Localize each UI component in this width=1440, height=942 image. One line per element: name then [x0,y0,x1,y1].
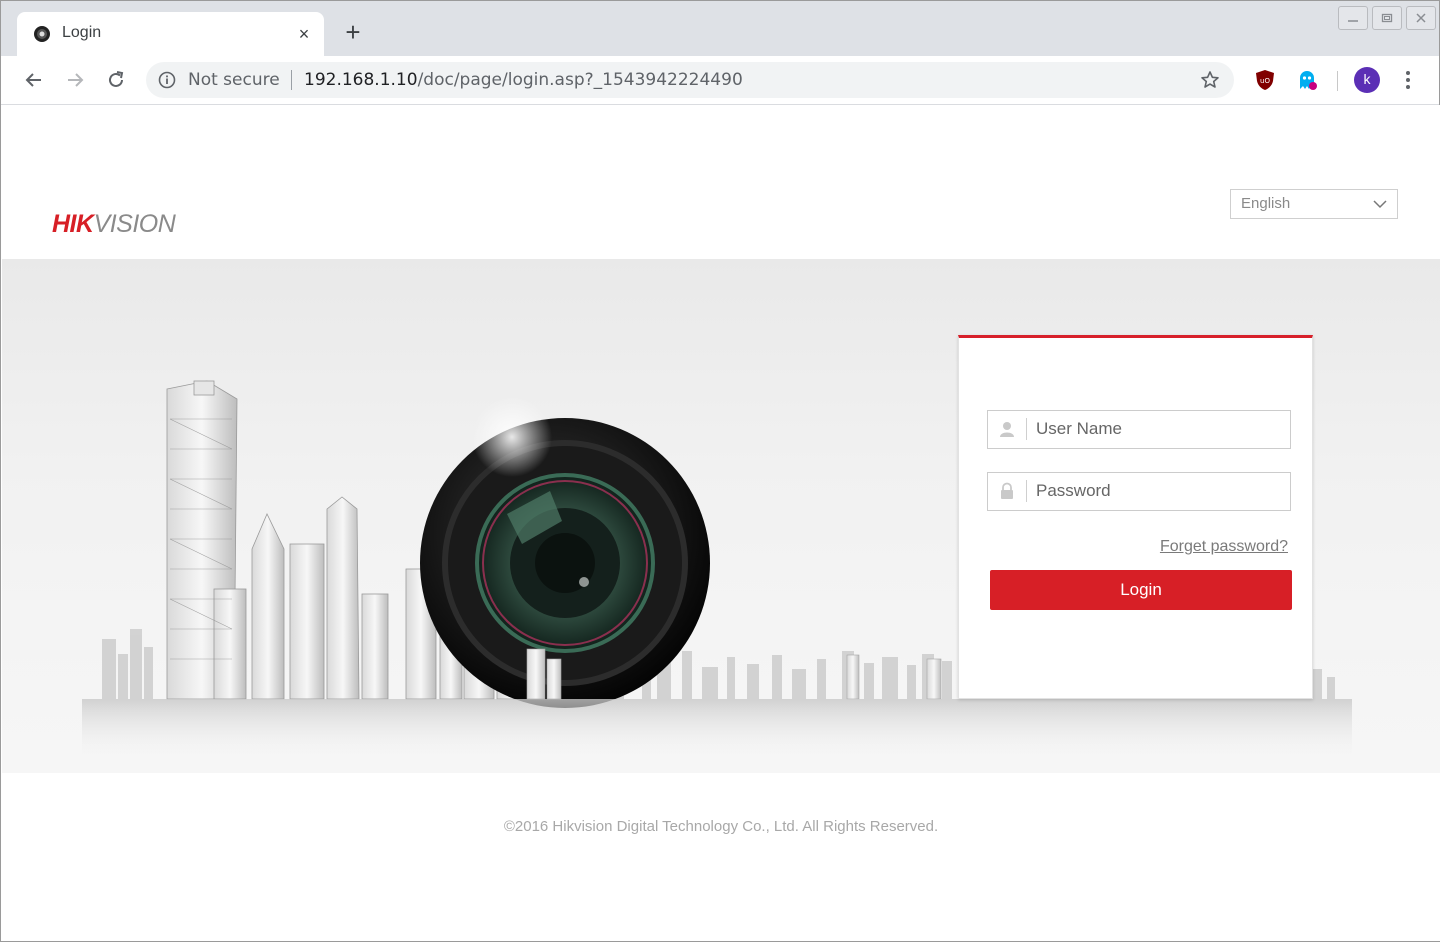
hikvision-favicon-icon [34,26,50,42]
chevron-down-icon [1373,200,1387,209]
new-tab-button[interactable]: + [341,19,365,45]
menu-dots-icon[interactable] [1398,68,1418,92]
tab-close-icon[interactable]: × [294,24,314,44]
maximize-button[interactable] [1372,6,1402,30]
copyright-footer: ©2016 Hikvision Digital Technology Co., … [503,818,939,835]
password-divider [1026,480,1027,502]
lock-icon [1001,482,1013,499]
language-selected: English [1241,195,1291,212]
url-text[interactable]: 192.168.1.10/doc/page/login.asp?_1543942… [304,70,743,90]
ublock-origin-icon[interactable]: uO [1254,69,1276,91]
security-label: Not secure [188,70,280,90]
tab-title: Login [62,24,102,41]
browser-toolbar: Not secure 192.168.1.10/doc/page/login.a… [1,56,1439,105]
login-page: HIKVISION English User Name Forget passw… [2,105,1440,941]
hikvision-logo: HIKVISION [52,210,177,237]
omnibox-divider [291,70,292,90]
forward-arrow-icon [68,73,84,87]
username-divider [1026,418,1027,440]
username-input[interactable] [1036,412,1284,445]
ghostery-icon[interactable] [1296,69,1318,91]
forward-button[interactable] [61,66,89,94]
address-bar[interactable]: Not secure 192.168.1.10/doc/page/login.a… [146,62,1234,98]
browser-window: Login × + Not secure 192.168.1.10/doc/pa [0,0,1440,942]
svg-text:HIKVISION: HIKVISION [52,210,177,237]
minimize-icon [1348,20,1358,22]
close-icon [1416,13,1426,23]
user-icon [1000,422,1014,437]
toolbar-divider [1337,71,1338,91]
reload-button[interactable] [102,66,130,94]
maximize-icon [1381,13,1393,23]
minimize-button[interactable] [1338,6,1368,30]
profile-avatar[interactable]: k [1354,67,1380,93]
url-host: 192.168.1.10 [304,70,418,90]
back-button[interactable] [20,66,48,94]
star-icon[interactable] [1200,70,1220,90]
login-card: Forget password? Login [958,335,1313,699]
password-input[interactable] [1036,474,1284,507]
info-icon[interactable] [158,71,176,89]
password-field[interactable] [987,472,1291,511]
login-button[interactable]: Login [990,570,1292,610]
forgot-password-link[interactable]: Forget password? [1160,538,1288,556]
reload-icon [109,71,124,87]
url-path: /doc/page/login.asp?_1543942224490 [417,70,743,90]
username-field[interactable] [987,410,1291,449]
back-arrow-icon [25,73,41,87]
language-select[interactable]: English [1230,189,1398,219]
close-window-button[interactable] [1406,6,1436,30]
svg-text:uO: uO [1260,77,1270,85]
tab-strip: Login × + [1,1,1439,56]
tab-login[interactable]: Login × [17,12,324,56]
